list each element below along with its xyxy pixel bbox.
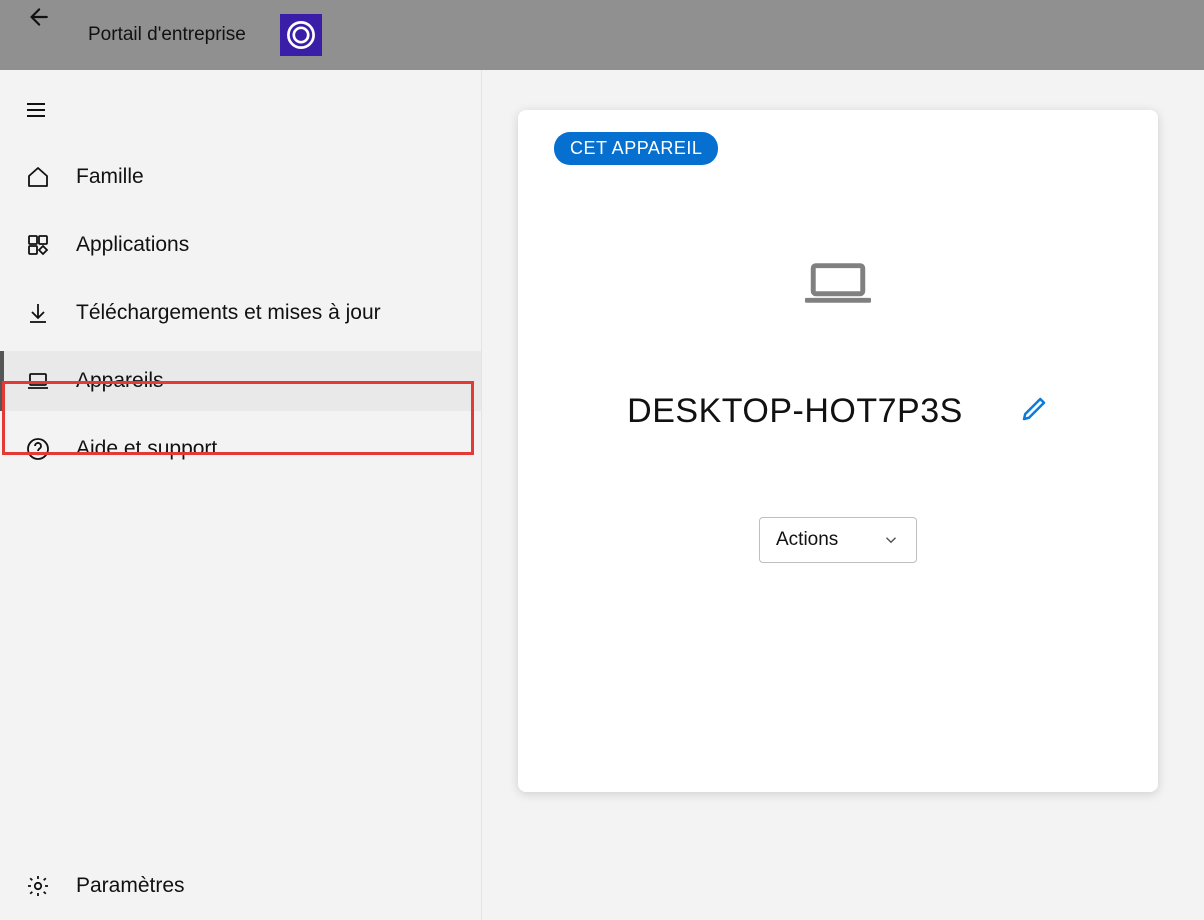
actions-dropdown[interactable]: Actions <box>759 517 917 563</box>
download-icon <box>24 301 52 325</box>
sidebar-item-label: Applications <box>76 233 189 257</box>
device-large-icon <box>518 260 1158 306</box>
sidebar-item-downloads[interactable]: Téléchargements et mises à jour <box>0 283 481 343</box>
title-bar: Portail d'entreprise <box>0 0 1204 70</box>
back-button[interactable] <box>24 4 52 32</box>
sidebar-item-applications[interactable]: Applications <box>0 215 481 275</box>
sidebar-item-label: Paramètres <box>76 874 185 898</box>
sidebar-item-label: Famille <box>76 165 144 189</box>
sidebar: Famille Applications <box>0 70 482 920</box>
sidebar-item-settings[interactable]: Paramètres <box>0 856 481 916</box>
chevron-down-icon <box>882 531 900 549</box>
sidebar-item-family[interactable]: Famille <box>0 147 481 207</box>
edit-name-button[interactable] <box>1019 394 1049 429</box>
app-title: Portail d'entreprise <box>88 24 246 46</box>
device-card: CET APPAREIL DESKTOP-HOT7P3S Actions <box>518 110 1158 792</box>
actions-label: Actions <box>776 529 838 551</box>
content-area: CET APPAREIL DESKTOP-HOT7P3S Actions <box>482 70 1204 920</box>
highlight-annotation <box>2 381 474 455</box>
this-device-badge: CET APPAREIL <box>554 132 718 165</box>
apps-icon <box>24 233 52 257</box>
app-logo <box>280 14 322 56</box>
device-name: DESKTOP-HOT7P3S <box>627 392 963 431</box>
sidebar-item-label: Téléchargements et mises à jour <box>76 301 381 325</box>
gear-icon <box>24 874 52 898</box>
home-icon <box>24 165 52 189</box>
hamburger-menu-button[interactable] <box>0 70 481 147</box>
